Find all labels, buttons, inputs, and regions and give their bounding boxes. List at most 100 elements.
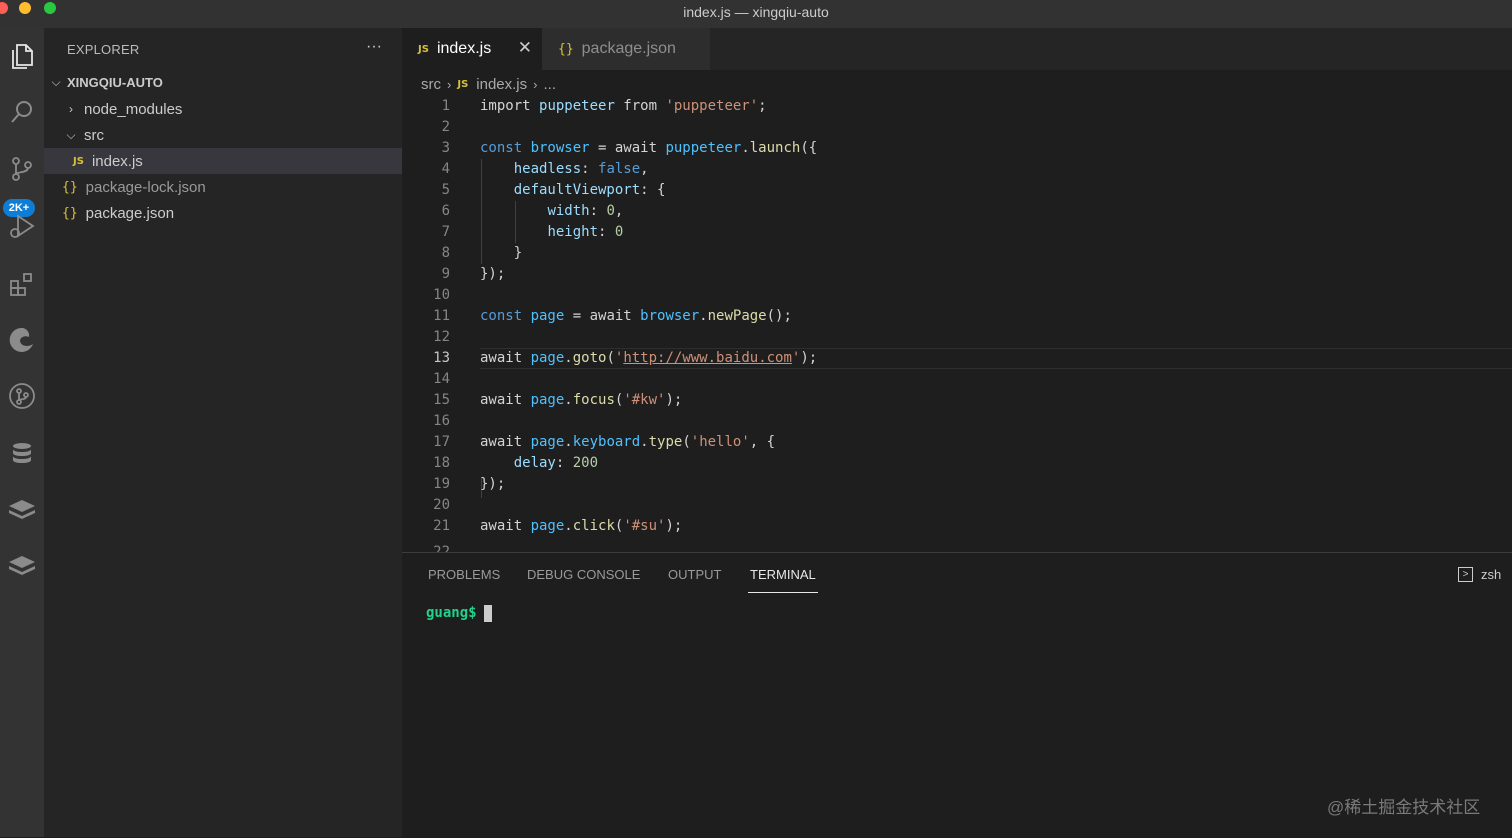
breadcrumb-file[interactable]: index.js [476, 76, 527, 93]
code-line: 10 [402, 285, 1512, 306]
js-file-icon: JS [73, 155, 84, 167]
line-number: 7 [441, 224, 450, 240]
code-text: const browser = await puppeteer.launch({ [480, 140, 818, 156]
tree-item-node-modules[interactable]: › node_modules [44, 96, 402, 122]
line-number: 6 [441, 203, 450, 219]
code-line: 2 [402, 117, 1512, 138]
code-line: 7 height: 0 [402, 222, 1512, 243]
code-line: 21 await page.click('#su'); [402, 516, 1512, 537]
code-line: 12 [402, 327, 1512, 348]
close-icon[interactable]: ✕ [518, 38, 532, 58]
git-graph-icon[interactable] [0, 374, 44, 418]
line-number: 5 [441, 182, 450, 198]
code-line: 8 } [402, 243, 1512, 264]
tree-item-package-json[interactable]: {} package.json [44, 200, 402, 226]
line-number: 20 [433, 497, 450, 513]
tab-output[interactable]: OUTPUT [668, 567, 721, 582]
tree-item-label: index.js [91, 152, 143, 170]
code-line: 16 [402, 411, 1512, 432]
code-text: height: 0 [547, 224, 624, 240]
terminal-cursor[interactable] [484, 605, 492, 622]
line-number: 12 [433, 329, 450, 345]
code-text: import puppeteer from 'puppeteer'; [480, 98, 767, 114]
tab-label: index.js [436, 40, 492, 57]
stack-icon[interactable] [0, 544, 44, 588]
tab-debug-console[interactable]: DEBUG CONSOLE [527, 567, 640, 582]
active-tab-indicator [748, 592, 818, 593]
code-text: } [480, 245, 523, 261]
line-number: 4 [441, 161, 450, 177]
code-text: delay: 200 [513, 455, 599, 471]
line-number: 14 [433, 371, 450, 387]
code-line-current: 13 await page.goto('http://www.baidu.com'… [402, 348, 1512, 369]
run-debug-icon[interactable] [0, 204, 44, 248]
code-line: 19}); [402, 474, 1512, 495]
tree-item-index-js[interactable]: JS index.js [44, 148, 402, 174]
extensions-icon[interactable] [0, 262, 44, 306]
line-number: 21 [433, 518, 450, 534]
code-text: defaultViewport: { [513, 182, 666, 198]
root-folder-label: XINGQIU-AUTO [67, 74, 163, 90]
code-text: await page.keyboard.type('hello', { [480, 434, 776, 450]
code-line: 18 delay: 200 [402, 453, 1512, 474]
js-file-icon: JS [418, 43, 429, 55]
terminal-shell-selector[interactable]: > zsh [1458, 567, 1501, 582]
tree-item-label: package.json [85, 204, 175, 222]
tab-package-json[interactable]: {} package.json [542, 28, 710, 70]
line-number: 10 [433, 287, 450, 303]
tree-root-folder[interactable]: ⌵ XINGQIU-AUTO [44, 69, 402, 95]
tab-label: package.json [581, 40, 676, 57]
title-bar: index.js — xingqiu-auto [0, 0, 1512, 28]
source-control-icon[interactable] [0, 146, 44, 190]
tab-terminal[interactable]: TERMINAL [750, 567, 816, 582]
code-text: await page.goto('http://www.baidu.com'); [480, 350, 818, 366]
json-file-icon: {} [62, 179, 78, 195]
code-text: headless: false, [513, 161, 649, 177]
line-number: 2 [441, 119, 450, 135]
code-text: const page = await browser.newPage(); [480, 308, 792, 324]
tree-item-label: node_modules [84, 100, 183, 118]
edge-devtools-icon[interactable] [0, 318, 44, 362]
code-text: await page.focus('#kw'); [480, 392, 683, 408]
chevron-down-icon: ⌵ [51, 74, 61, 89]
code-line: 11 const page = await browser.newPage(); [402, 306, 1512, 327]
shell-name: zsh [1481, 567, 1502, 582]
line-number: 22 [433, 544, 450, 552]
chevron-right-icon: › [447, 76, 452, 92]
more-actions-button[interactable]: ··· [366, 38, 382, 56]
code-editor[interactable]: 1 import puppeteer from 'puppeteer'; 2 3 c… [402, 96, 1512, 552]
editor-tabs: JS index.js ✕ {} package.json [402, 28, 1512, 70]
explorer-sidebar: EXPLORER ··· ⌵ XINGQIU-AUTO › node_modul… [44, 28, 402, 837]
breadcrumb-folder[interactable]: src [421, 76, 441, 93]
code-text: }); [480, 266, 506, 282]
chevron-right-icon: › [69, 102, 73, 116]
code-line: 5 defaultViewport: { [402, 180, 1512, 201]
breadcrumb-more[interactable]: ... [543, 76, 556, 93]
line-number: 9 [441, 266, 450, 282]
database-icon[interactable] [0, 432, 44, 476]
chevron-down-icon: ⌵ [66, 127, 76, 142]
terminal-prompt: guang$ [426, 605, 477, 621]
line-number: 13 [433, 350, 450, 366]
explorer-icon[interactable] [0, 34, 44, 78]
tree-item-label: src [84, 126, 104, 144]
line-number: 11 [433, 308, 450, 324]
line-number: 17 [433, 434, 450, 450]
code-text: await page.click('#su'); [480, 518, 683, 534]
explorer-header: EXPLORER [67, 42, 140, 57]
tree-item-src[interactable]: ⌵ src [44, 122, 402, 148]
code-line: 6 width: 0, [402, 201, 1512, 222]
tab-problems[interactable]: PROBLEMS [428, 567, 500, 582]
code-line: 3 const browser = await puppeteer.launch(… [402, 138, 1512, 159]
line-number: 8 [441, 245, 450, 261]
tab-index-js[interactable]: JS index.js ✕ [402, 28, 542, 70]
layers-icon[interactable] [0, 488, 44, 532]
tree-item-package-lock[interactable]: {} package-lock.json [44, 174, 402, 200]
code-line: 9}); [402, 264, 1512, 285]
search-icon[interactable] [0, 90, 44, 134]
code-line: 14 [402, 369, 1512, 390]
line-number: 16 [433, 413, 450, 429]
bottom-panel: PROBLEMS DEBUG CONSOLE OUTPUT TERMINAL >… [402, 552, 1512, 838]
line-number: 15 [433, 392, 450, 408]
code-line: 20 [402, 495, 1512, 516]
